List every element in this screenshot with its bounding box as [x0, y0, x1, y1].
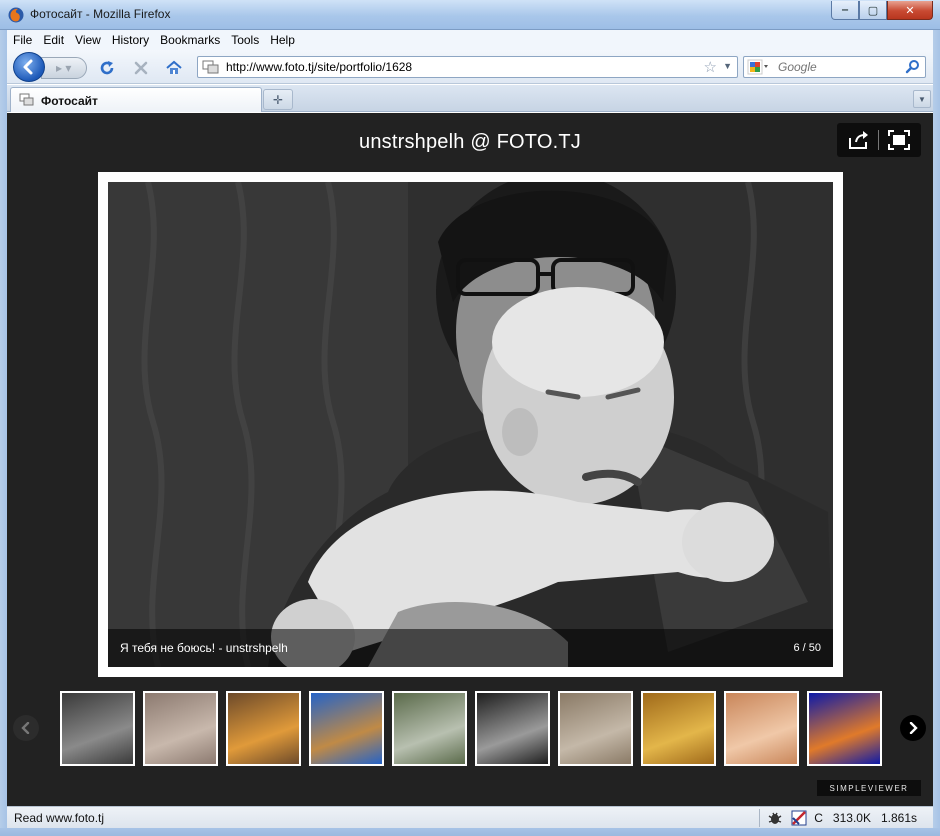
thumbnail-autumn-trees-road[interactable] — [641, 691, 716, 766]
menu-file[interactable]: File — [13, 33, 32, 47]
home-icon — [166, 60, 182, 74]
thumbnail-image — [62, 693, 133, 764]
open-in-new-window-button[interactable] — [847, 128, 871, 152]
thumbnail-image — [228, 693, 299, 764]
thumbnail-people-with-horse[interactable] — [60, 691, 135, 766]
thumbnail-father-and-baby[interactable] — [475, 691, 550, 766]
thumbnail-baby-portrait[interactable] — [724, 691, 799, 766]
thumbnail-strip — [7, 689, 933, 769]
thumbnail-image — [145, 693, 216, 764]
back-arrow-icon — [23, 59, 33, 75]
tab-bar: Фотосайт ✛ ▼ — [7, 85, 933, 112]
gallery-title: unstrshpelh @ FOTO.TJ — [359, 131, 581, 153]
status-indicator-c: C — [814, 810, 823, 825]
menu-history[interactable]: History — [112, 33, 149, 47]
chevron-left-icon — [21, 722, 30, 734]
thumbnail-jellyfish[interactable] — [807, 691, 882, 766]
search-bar[interactable] — [743, 56, 926, 78]
window-title: Фотосайт - Mozilla Firefox — [30, 7, 171, 21]
tab-fotosite[interactable]: Фотосайт — [10, 87, 262, 112]
load-time: 1.861s — [880, 810, 917, 825]
page-favicon-icon — [19, 93, 34, 106]
url-dropdown-icon[interactable]: ▼ — [723, 61, 732, 71]
firebug-icon[interactable] — [766, 810, 784, 826]
chevron-right-icon — [909, 722, 918, 734]
firefox-icon — [8, 7, 24, 23]
photo-caption: Я тебя не боюсь! - unstrshpelh — [120, 641, 288, 655]
thumbnail-image — [560, 693, 631, 764]
status-indicators: C 313.0K 1.861s — [753, 807, 927, 828]
menu-view[interactable]: View — [75, 33, 101, 47]
viewer-toolbar — [837, 123, 921, 157]
status-text: Read www.foto.tj — [14, 811, 105, 825]
thumbnail-children-in-orange[interactable] — [226, 691, 301, 766]
window-controls: ‒ ▢ ✕ — [831, 1, 933, 20]
simpleviewer-logo[interactable]: SIMPLEVIEWER — [817, 780, 921, 796]
menu-tools[interactable]: Tools — [231, 33, 259, 47]
forward-arrow-icon: ▸ ▾ — [56, 61, 72, 75]
page-size: 313.0K — [832, 810, 871, 825]
status-bar: Read www.foto.tj C 313.0K 1.861s — [7, 806, 933, 828]
fullscreen-button[interactable] — [887, 128, 911, 152]
bookmark-star-icon[interactable]: ☆ — [704, 58, 717, 76]
window-frame-right — [933, 30, 940, 836]
photo-illustration — [108, 182, 833, 667]
plus-icon: ✛ — [272, 92, 284, 107]
list-all-tabs-button[interactable]: ▼ — [913, 90, 931, 108]
search-icon[interactable] — [905, 59, 921, 75]
thumbnail-children-running[interactable] — [392, 691, 467, 766]
home-button[interactable] — [164, 58, 184, 78]
thumbnail-image — [726, 693, 797, 764]
menu-bar: File Edit View History Bookmarks Tools H… — [7, 30, 933, 50]
gauge-icon — [791, 810, 807, 825]
thumbnail-image — [394, 693, 465, 764]
share-icon — [848, 131, 868, 149]
previous-page-button[interactable] — [13, 715, 39, 741]
maximize-button[interactable]: ▢ — [859, 1, 887, 20]
stop-icon — [134, 61, 148, 75]
thumbnail-image — [477, 693, 548, 764]
close-button[interactable]: ✕ — [887, 1, 933, 20]
thumbnail-image — [643, 693, 714, 764]
toolbar-separator — [878, 130, 880, 150]
status-divider — [759, 808, 761, 827]
window-titlebar[interactable]: Фотосайт - Mozilla Firefox ‒ ▢ ✕ — [0, 0, 940, 30]
chevron-down-icon: ▼ — [918, 94, 926, 104]
caption-bar: Я тебя не боюсь! - unstrshpelh 6 / 50 — [108, 629, 833, 667]
thumbnail-image — [311, 693, 382, 764]
window-frame-bottom — [0, 828, 940, 836]
address-bar[interactable]: ☆ ▼ — [197, 56, 738, 78]
new-tab-button[interactable]: ✛ — [263, 89, 293, 110]
forward-button[interactable]: ▸ ▾ — [41, 57, 87, 79]
menu-edit[interactable]: Edit — [43, 33, 64, 47]
menu-help[interactable]: Help — [270, 33, 295, 47]
gallery-viewer: unstrshpelh @ FOTO.TJ Я тебя не боюсь! -… — [7, 113, 933, 806]
thumbnail-blue-sky-landscape[interactable] — [309, 691, 384, 766]
thumbnail-image — [809, 693, 880, 764]
speed-dial-icon[interactable] — [790, 810, 808, 826]
window-frame-left — [0, 30, 7, 836]
search-input[interactable] — [778, 59, 898, 75]
fullscreen-icon — [888, 130, 911, 150]
next-page-button[interactable] — [900, 715, 926, 741]
thumbnail-toddler-in-overalls[interactable] — [558, 691, 633, 766]
back-button[interactable] — [13, 52, 45, 82]
main-photo[interactable]: Я тебя не боюсь! - unstrshpelh 6 / 50 — [108, 182, 833, 667]
google-engine-icon[interactable] — [747, 59, 771, 75]
navigation-toolbar: ▸ ▾ ☆ ▼ — [7, 50, 933, 84]
site-identity-icon — [202, 60, 219, 74]
url-input[interactable] — [226, 59, 696, 75]
minimize-button[interactable]: ‒ — [831, 1, 859, 20]
reload-button[interactable] — [97, 58, 117, 78]
bug-icon — [768, 812, 782, 824]
reload-icon — [100, 61, 114, 75]
menu-bookmarks[interactable]: Bookmarks — [160, 33, 220, 47]
photo-counter: 6 / 50 — [793, 642, 821, 654]
stop-button[interactable] — [131, 58, 151, 78]
thumbnail-child-on-street[interactable] — [143, 691, 218, 766]
tab-label: Фотосайт — [41, 94, 98, 108]
main-photo-frame[interactable]: Я тебя не боюсь! - unstrshpelh 6 / 50 — [98, 172, 843, 677]
